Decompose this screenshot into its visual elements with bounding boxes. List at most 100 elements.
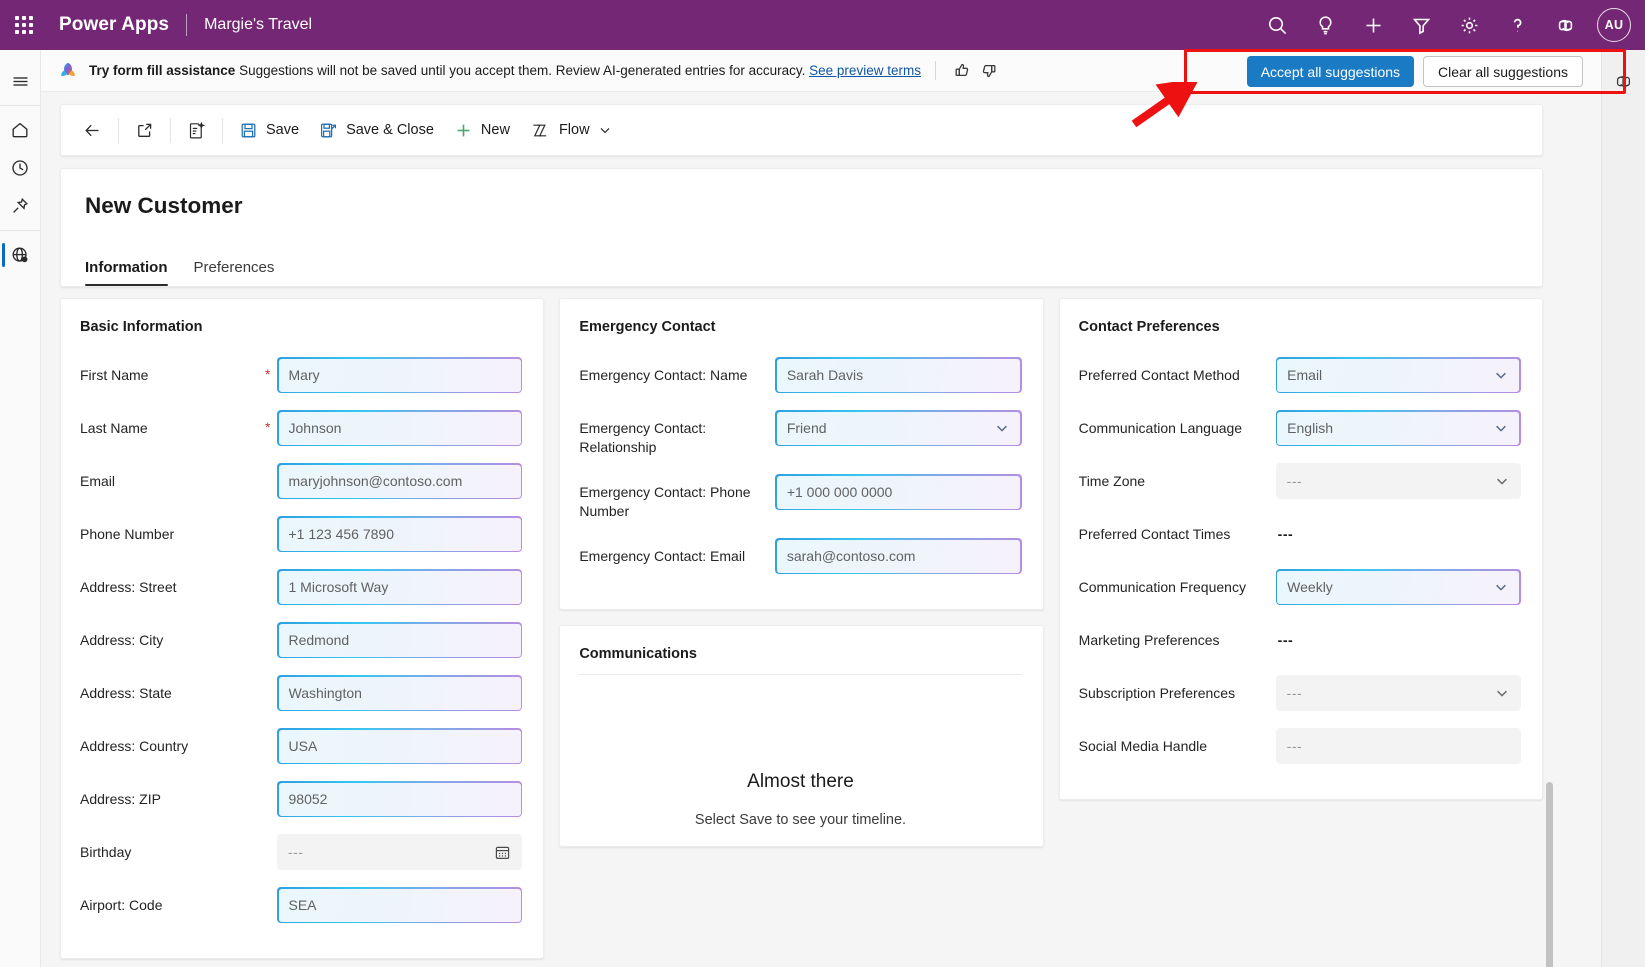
- input-communication-frequency[interactable]: Weekly: [1276, 569, 1521, 605]
- input-subscription-preferences[interactable]: ---: [1276, 675, 1521, 711]
- field-label: Address: State: [80, 675, 265, 703]
- field-email: Email maryjohnson@contoso.com: [80, 463, 522, 499]
- input-social-media-handle[interactable]: ---: [1276, 728, 1521, 764]
- see-preview-terms-link[interactable]: See preview terms: [809, 63, 921, 78]
- form-tabs: Information Preferences: [85, 259, 1542, 286]
- empty-state-body: Select Save to see your timeline.: [579, 812, 1021, 828]
- avatar[interactable]: AU: [1597, 8, 1631, 42]
- input-value: +1 123 456 7890: [289, 526, 395, 542]
- input-preferred-contact-method[interactable]: Email: [1276, 357, 1521, 393]
- save-button[interactable]: Save: [229, 111, 309, 149]
- input-emergency-contact-relationship[interactable]: Friend: [775, 410, 1021, 446]
- clear-all-suggestions-button[interactable]: Clear all suggestions: [1423, 56, 1583, 87]
- chevron-down-icon[interactable]: [1493, 420, 1509, 436]
- form-fill-assistance-button[interactable]: [177, 111, 216, 149]
- help-icon[interactable]: [1493, 0, 1541, 50]
- banner-message: Try form fill assistance Suggestions wil…: [89, 63, 921, 78]
- input-emergency-contact-phone-number[interactable]: +1 000 000 0000: [775, 474, 1021, 510]
- tab-information[interactable]: Information: [85, 259, 168, 286]
- copilot-icon[interactable]: [1541, 0, 1589, 50]
- chevron-down-icon[interactable]: [994, 420, 1010, 436]
- thumbs-up-icon[interactable]: [950, 58, 976, 84]
- thumbs-down-icon[interactable]: [976, 58, 1002, 84]
- command-divider-3: [222, 118, 223, 143]
- pin-icon[interactable]: [0, 187, 41, 225]
- tab-preferences[interactable]: Preferences: [194, 259, 275, 286]
- input-time-zone[interactable]: ---: [1276, 463, 1521, 499]
- section-title: Basic Information: [80, 319, 522, 335]
- field-label: Email: [80, 463, 265, 491]
- accept-all-suggestions-button[interactable]: Accept all suggestions: [1247, 56, 1414, 87]
- chevron-down-icon[interactable]: [1494, 685, 1510, 701]
- gear-icon[interactable]: [1445, 0, 1493, 50]
- menu-icon[interactable]: [0, 62, 41, 100]
- rail-divider-2: [0, 230, 41, 231]
- app-root: Power Apps Margie's Travel: [0, 0, 1645, 967]
- required-indicator: [265, 781, 277, 790]
- input-last-name[interactable]: Johnson: [277, 410, 522, 446]
- copilot-icon[interactable]: [1602, 62, 1645, 100]
- field-emergency-contact-email: Emergency Contact: Emailsarah@contoso.co…: [579, 538, 1021, 574]
- globe-icon[interactable]: [0, 236, 41, 274]
- field-emergency-contact-relationship: Emergency Contact: RelationshipFriend: [579, 410, 1021, 457]
- search-icon[interactable]: [1253, 0, 1301, 50]
- filter-icon[interactable]: [1397, 0, 1445, 50]
- back-button[interactable]: [73, 111, 112, 149]
- input-communication-language[interactable]: English: [1276, 410, 1521, 446]
- flow-label: Flow: [559, 122, 590, 138]
- flow-button[interactable]: Flow: [520, 111, 622, 149]
- banner-divider: [935, 61, 936, 80]
- field-birthday: Birthday---: [80, 834, 522, 870]
- field-label: Emergency Contact: Phone Number: [579, 474, 775, 521]
- field-control: ---: [1276, 463, 1521, 499]
- open-in-new-window-button[interactable]: [125, 111, 164, 149]
- input-emergency-contact-name[interactable]: Sarah Davis: [775, 357, 1021, 393]
- new-button[interactable]: New: [444, 111, 520, 149]
- field-address-street: Address: Street1 Microsoft Way: [80, 569, 522, 605]
- section-title: Contact Preferences: [1079, 319, 1521, 335]
- chevron-down-icon[interactable]: [1493, 367, 1509, 383]
- section-title: Communications: [579, 646, 1021, 675]
- input-phone-number[interactable]: +1 123 456 7890: [277, 516, 522, 552]
- input-address-country[interactable]: USA: [277, 728, 522, 764]
- section-contact-preferences: Contact Preferences Preferred Contact Me…: [1059, 298, 1543, 800]
- app-launcher-waffle-icon[interactable]: [0, 0, 48, 50]
- input-value: ---: [288, 844, 304, 860]
- input-address-city[interactable]: Redmond: [277, 622, 522, 658]
- input-value: Sarah Davis: [787, 367, 863, 383]
- calendar-icon[interactable]: [494, 844, 511, 861]
- input-airport-code[interactable]: SEA: [277, 887, 522, 923]
- scrollbar-thumb[interactable]: [1546, 782, 1553, 967]
- recent-clock-icon[interactable]: [0, 149, 41, 187]
- plus-icon[interactable]: [1349, 0, 1397, 50]
- column-emergency-contact: Emergency Contact Emergency Contact: Nam…: [559, 298, 1043, 862]
- lightbulb-icon[interactable]: [1301, 0, 1349, 50]
- section-basic-information: Basic Information First Name*MaryLast Na…: [60, 298, 544, 959]
- field-label: Address: City: [80, 622, 265, 650]
- field-social-media-handle: Social Media Handle---: [1079, 728, 1521, 764]
- field-label: Address: Country: [80, 728, 265, 756]
- app-name[interactable]: Margie's Travel: [204, 16, 312, 34]
- brand-title[interactable]: Power Apps: [59, 14, 169, 36]
- input-address-zip[interactable]: 98052: [277, 781, 522, 817]
- field-label: Time Zone: [1079, 463, 1276, 491]
- rail-divider: [0, 105, 41, 106]
- input-email[interactable]: maryjohnson@contoso.com: [277, 463, 522, 499]
- input-address-street[interactable]: 1 Microsoft Way: [277, 569, 522, 605]
- column-basic-information: Basic Information First Name*MaryLast Na…: [60, 298, 544, 967]
- field-control: 1 Microsoft Way: [277, 569, 522, 605]
- input-first-name[interactable]: Mary: [277, 357, 522, 393]
- required-indicator: [265, 622, 277, 631]
- vertical-scrollbar[interactable]: [1546, 302, 1553, 967]
- input-emergency-contact-email[interactable]: sarah@contoso.com: [775, 538, 1021, 574]
- chevron-down-icon[interactable]: [1494, 473, 1510, 489]
- command-divider-1: [118, 118, 119, 143]
- chevron-down-icon[interactable]: [1493, 579, 1509, 595]
- field-label: Emergency Contact: Email: [579, 538, 775, 566]
- input-birthday[interactable]: ---: [277, 834, 522, 870]
- input-value: Johnson: [289, 420, 342, 436]
- field-label: Last Name: [80, 410, 265, 438]
- input-address-state[interactable]: Washington: [277, 675, 522, 711]
- home-icon[interactable]: [0, 111, 41, 149]
- save-and-close-button[interactable]: Save & Close: [309, 111, 444, 149]
